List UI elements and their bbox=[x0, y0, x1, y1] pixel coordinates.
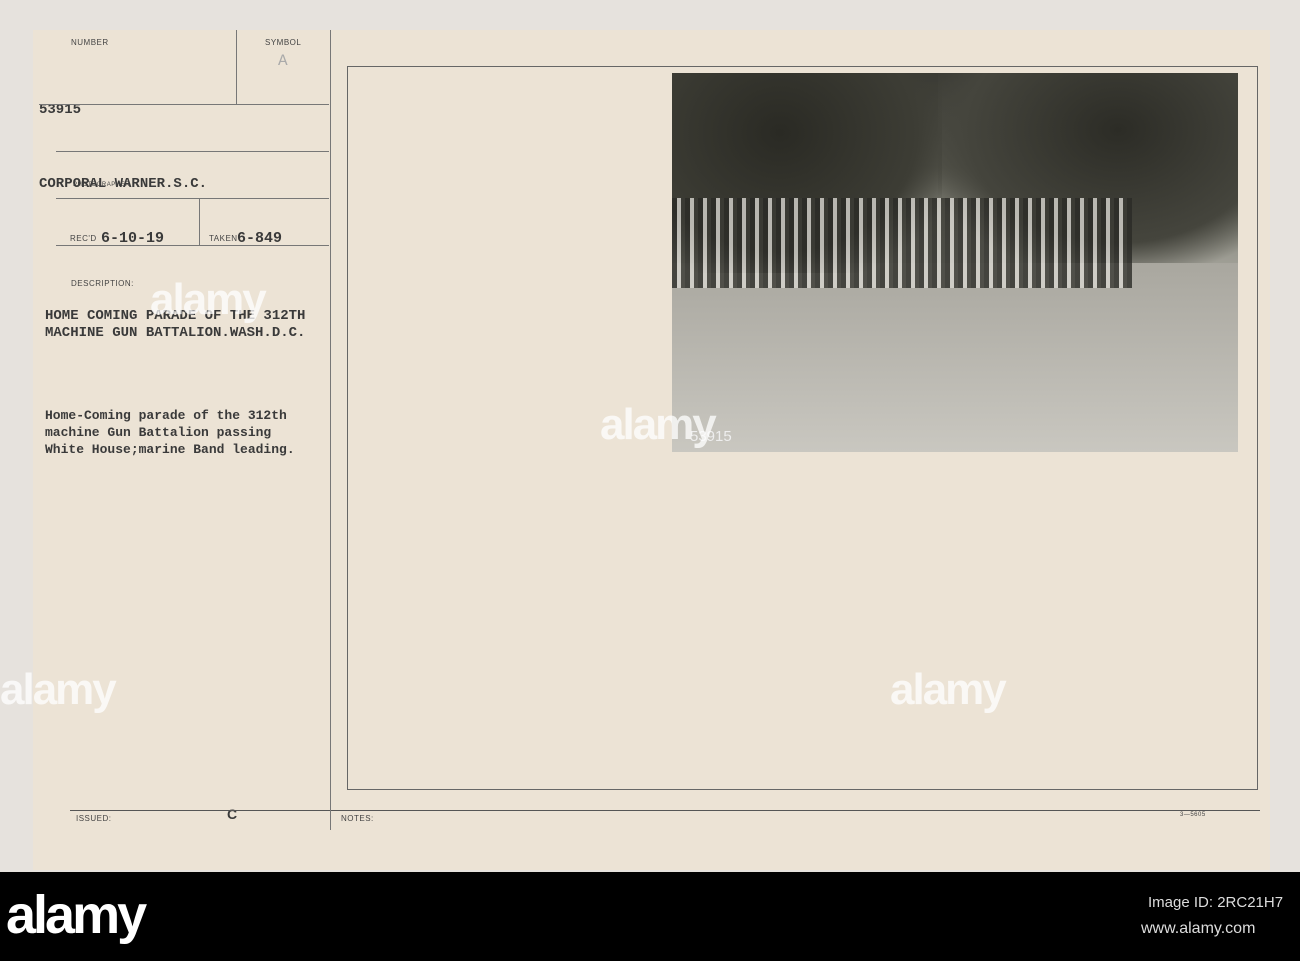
description-line: machine Gun Battalion passing bbox=[45, 425, 272, 440]
watermark: alamy bbox=[150, 275, 267, 324]
symbol-label: SYMBOL bbox=[265, 38, 302, 47]
title-line: MACHINE GUN BATTALION.WASH.D.C. bbox=[45, 325, 306, 341]
photographer-label: PHOTOGRAPHER bbox=[73, 182, 130, 188]
description-label: DESCRIPTION: bbox=[71, 279, 134, 288]
taken-label: TAKEN bbox=[209, 234, 238, 243]
alamy-url[interactable]: www.alamy.com bbox=[1141, 920, 1255, 938]
watermark: alamy bbox=[600, 400, 717, 449]
alamy-logo: alamy bbox=[6, 885, 147, 945]
number-label: NUMBER bbox=[71, 38, 109, 47]
watermark: alamy bbox=[0, 665, 117, 714]
watermark: alamy bbox=[890, 665, 1007, 714]
recd-label: REC'D bbox=[70, 234, 97, 243]
image-id: Image ID: 2RC21H7 bbox=[1148, 894, 1284, 911]
form-number: 3—5605 bbox=[1180, 812, 1206, 818]
c-mark: C bbox=[227, 806, 238, 822]
description-line: White House;marine Band leading. bbox=[45, 442, 295, 457]
description-line: Home-Coming parade of the 312th bbox=[45, 408, 287, 423]
description-block: Home-Coming parade of the 312th machine … bbox=[45, 407, 295, 458]
parade-photograph: 53915 bbox=[672, 73, 1238, 452]
watermark-footer: alamy Image ID: 2RC21H7 www.alamy.com bbox=[0, 872, 1300, 961]
symbol-value: A bbox=[278, 52, 288, 70]
issued-label: ISSUED: bbox=[76, 814, 112, 823]
notes-label: NOTES: bbox=[341, 814, 374, 823]
